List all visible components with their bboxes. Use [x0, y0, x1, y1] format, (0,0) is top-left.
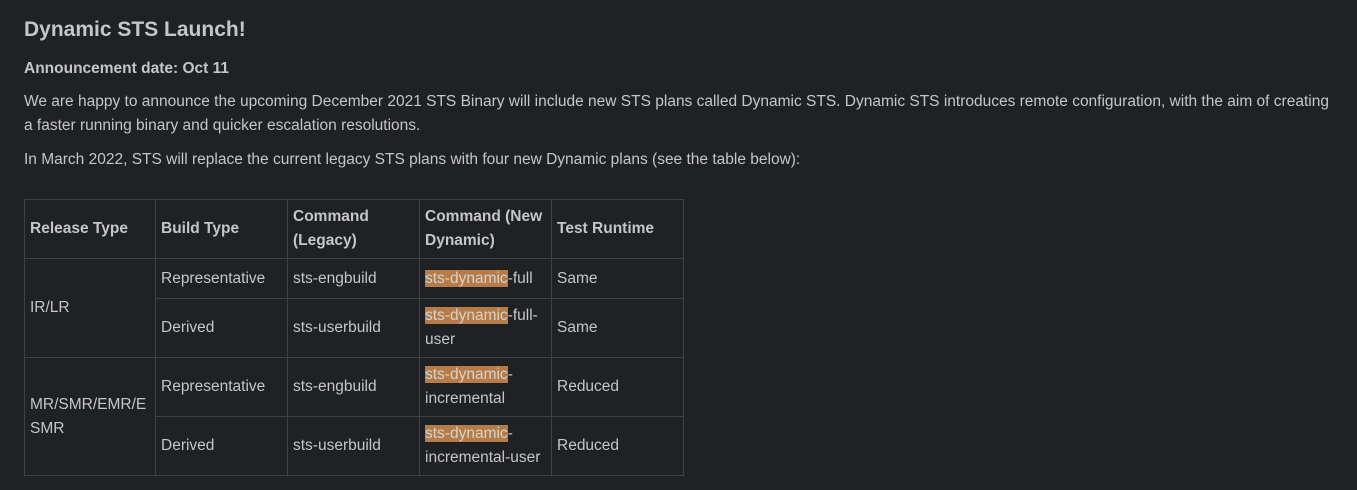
announcement-date: Announcement date: Oct 11	[24, 60, 229, 77]
march-paragraph: In March 2022, STS will replace the curr…	[24, 151, 801, 168]
release-type-cell: IR/LR	[24, 258, 156, 358]
header-command-new-dynamic: Command (New Dynamic)	[419, 199, 552, 259]
build-type-cell: Representative	[155, 357, 288, 417]
legacy-command-cell: sts-userbuild	[287, 298, 420, 358]
runtime-cell: Same	[551, 258, 684, 299]
legacy-command-cell: sts-userbuild	[287, 416, 420, 476]
build-type-cell: Representative	[155, 258, 288, 299]
search-highlight: sts-dynamic	[425, 269, 508, 287]
legacy-command-cell: sts-engbuild	[287, 357, 420, 417]
table-row: MR/SMR/EMR/ESMR Representative sts-engbu…	[24, 357, 684, 476]
sts-plans-table: Release Type Build Type Command (Legacy)…	[24, 199, 684, 476]
dynamic-command-cell: sts-dynamic-incremental	[419, 357, 552, 417]
intro-paragraph: We are happy to announce the upcoming De…	[24, 93, 1329, 134]
header-release-type: Release Type	[24, 199, 156, 259]
header-build-type: Build Type	[155, 199, 288, 259]
runtime-cell: Reduced	[551, 357, 684, 417]
dynamic-command-suffix: -full	[507, 269, 533, 287]
dynamic-command-cell: sts-dynamic-incremental-user	[419, 416, 552, 476]
build-type-cell: Derived	[155, 298, 288, 358]
header-command-legacy: Command (Legacy)	[287, 199, 420, 259]
search-highlight: sts-dynamic	[425, 425, 508, 442]
dynamic-command-cell: sts-dynamic-full	[419, 258, 552, 299]
runtime-cell: Same	[551, 298, 684, 358]
dynamic-command-cell: sts-dynamic-full-user	[419, 298, 552, 358]
runtime-cell: Reduced	[551, 416, 684, 476]
legacy-command-cell: sts-engbuild	[287, 258, 420, 299]
table-header-row: Release Type Build Type Command (Legacy)…	[24, 199, 684, 259]
table-row: IR/LR Representative sts-engbuild sts-dy…	[24, 258, 684, 358]
header-test-runtime: Test Runtime	[551, 199, 684, 259]
build-type-cell: Derived	[155, 416, 288, 476]
page-title: Dynamic STS Launch!	[24, 18, 246, 41]
release-type-cell: MR/SMR/EMR/ESMR	[24, 357, 156, 476]
search-highlight: sts-dynamic	[425, 307, 508, 324]
search-highlight: sts-dynamic	[425, 366, 508, 383]
